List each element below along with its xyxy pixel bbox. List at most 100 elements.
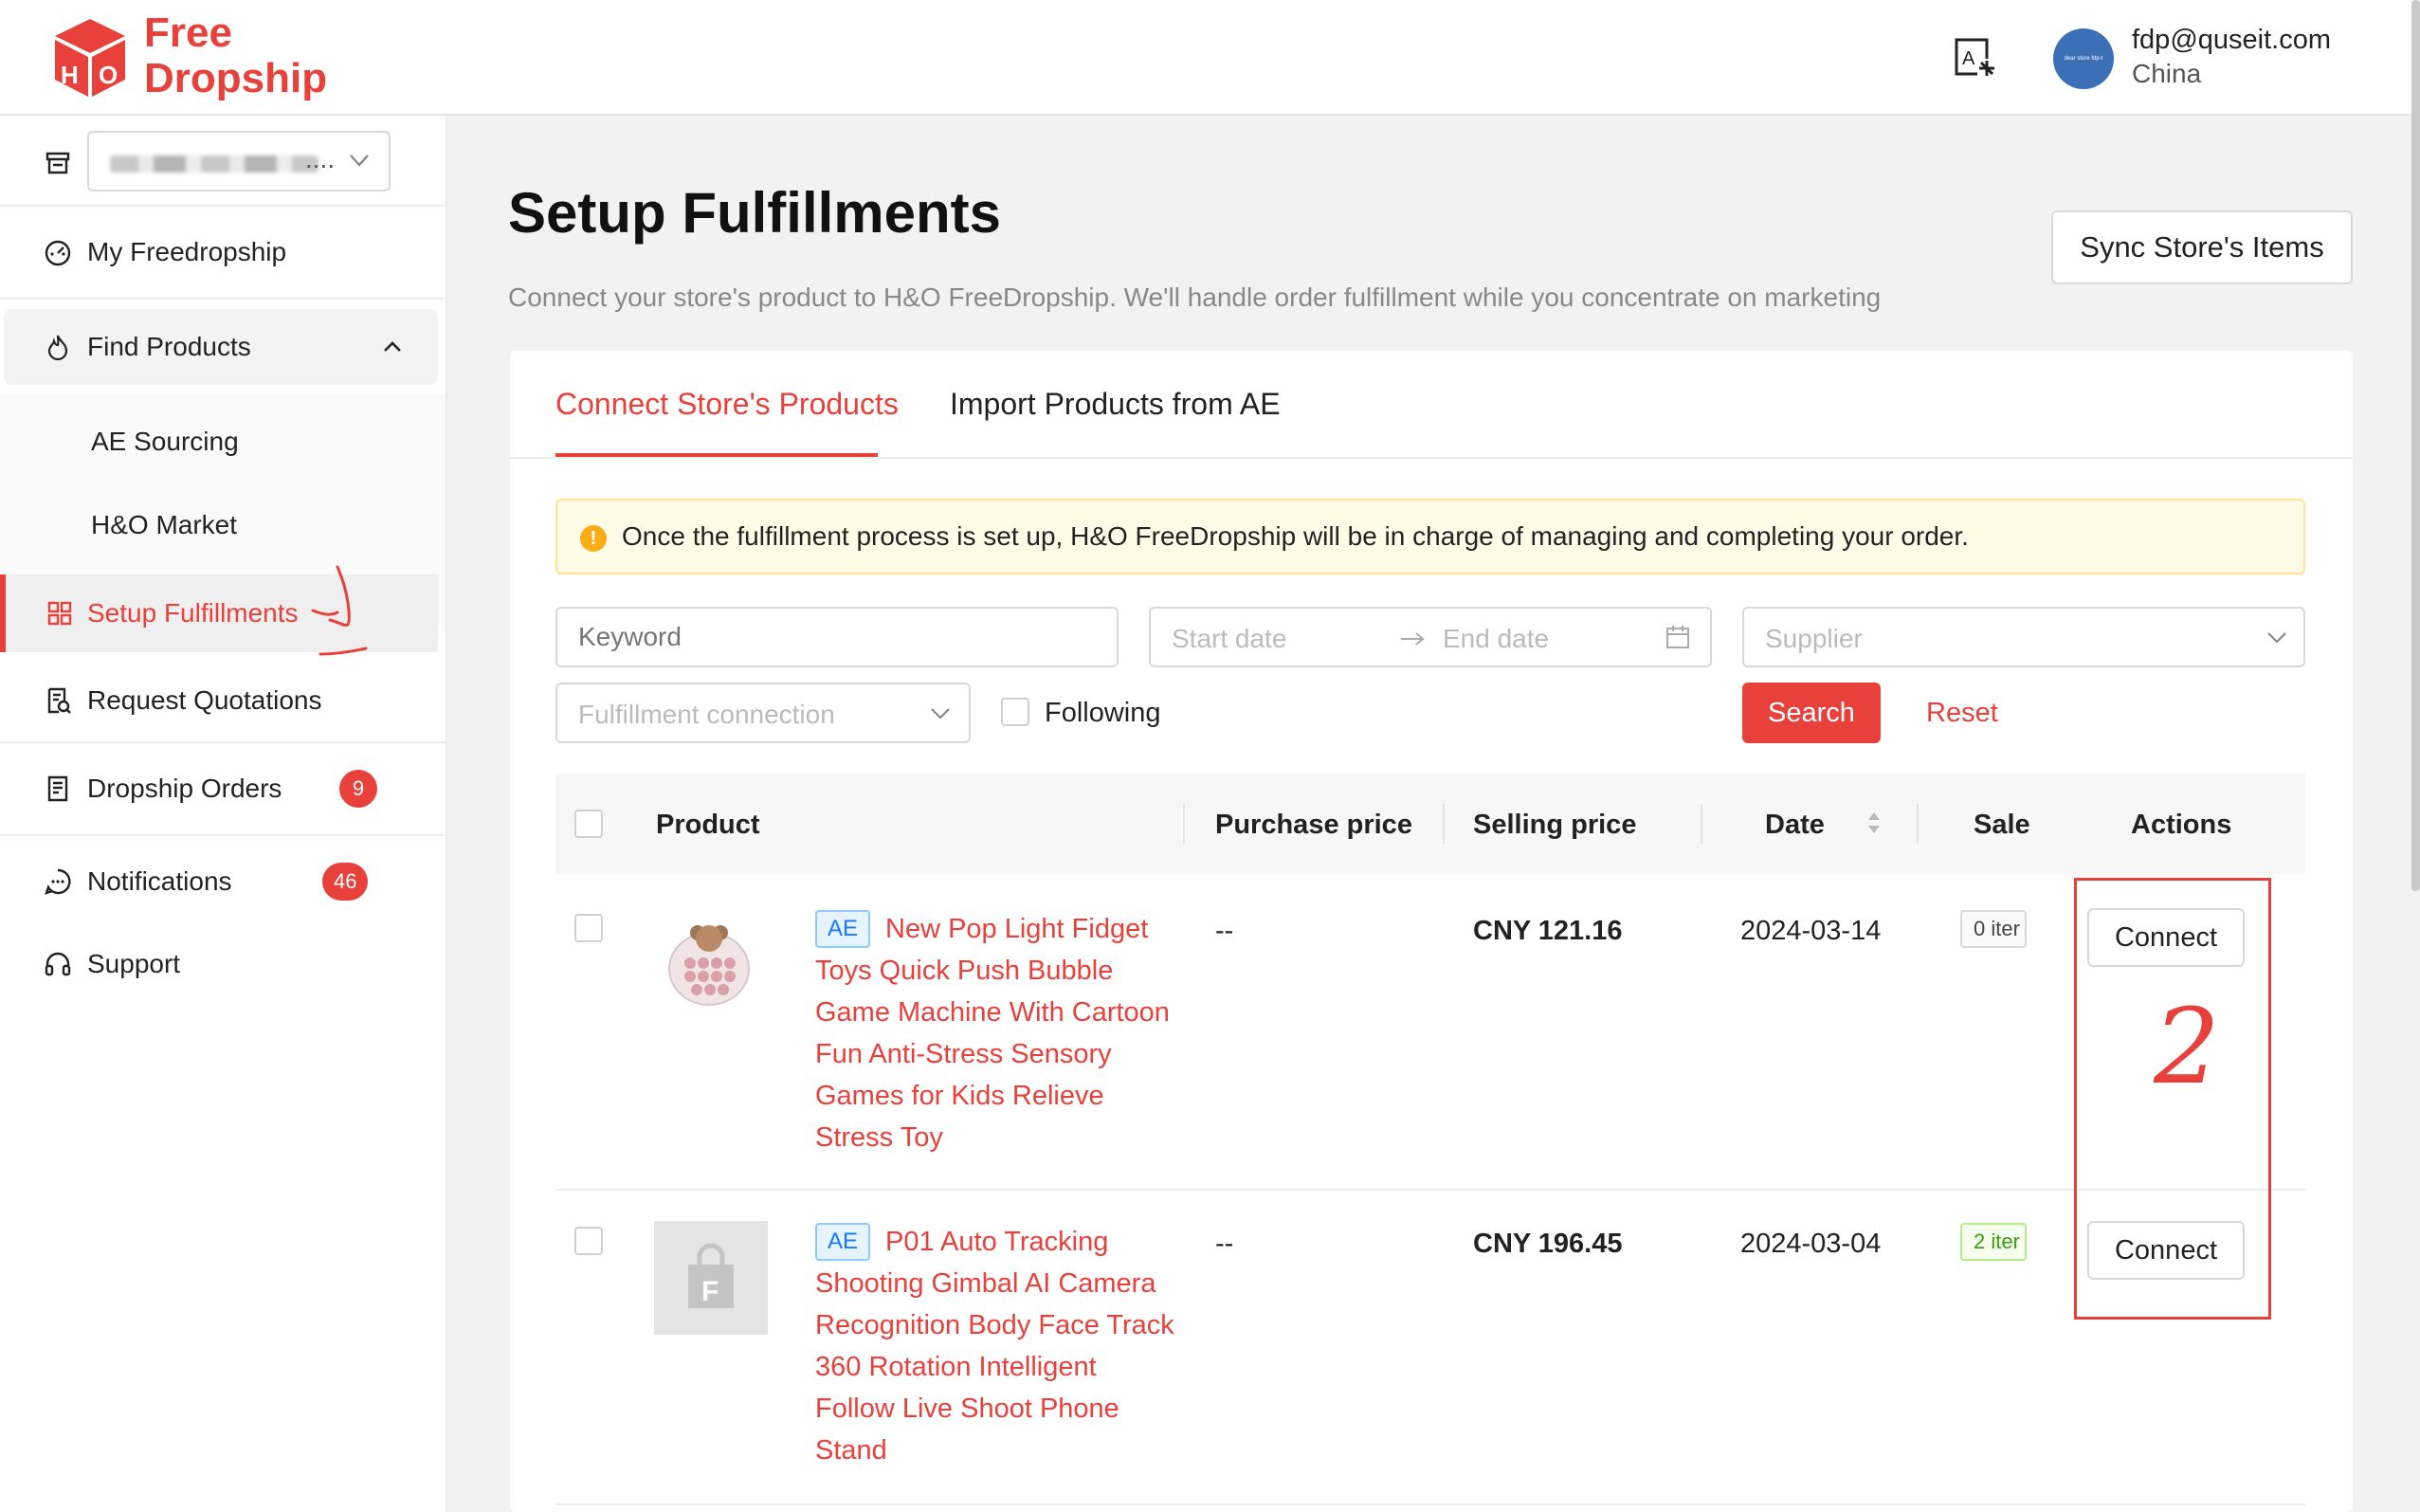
sidebar-item-ho-market[interactable]: H&O Market	[91, 510, 237, 540]
row-checkbox[interactable]	[574, 1227, 603, 1255]
sidebar-item-notifications[interactable]: Notifications 46	[0, 836, 446, 927]
active-tab-indicator	[555, 453, 878, 457]
brand-logo[interactable]: H O Free Dropship	[47, 11, 370, 106]
chevron-down-icon	[931, 708, 950, 720]
column-divider	[1917, 804, 1919, 844]
warning-icon: !	[580, 525, 607, 552]
sort-icon[interactable]	[1865, 808, 1883, 838]
box-icon: H O	[55, 19, 125, 97]
end-date-field[interactable]: End date	[1443, 624, 1549, 654]
sidebar-item-ae-sourcing[interactable]: AE Sourcing	[91, 427, 239, 457]
search-button[interactable]: Search	[1742, 683, 1881, 743]
column-date[interactable]: Date	[1765, 810, 1825, 841]
product-name-link[interactable]: P01 Auto Tracking Shooting Gimbal AI Cam…	[815, 1221, 1185, 1471]
logo-text-line2: Dropship	[144, 55, 328, 101]
sidebar-item-find-products[interactable]: Find Products	[4, 309, 438, 385]
connect-button[interactable]: Connect	[2087, 1221, 2245, 1280]
calendar-icon	[1666, 626, 1689, 648]
notifications-count-badge: 46	[322, 863, 369, 901]
product-name-link[interactable]: New Pop Light Fidget Toys Quick Push Bub…	[815, 908, 1185, 1158]
arrow-right-icon	[1401, 632, 1425, 646]
sidebar: .... My Freedropship Find Products AE So…	[0, 116, 447, 1512]
row-divider	[555, 1503, 2305, 1505]
sidebar-item-my-freedropship[interactable]: My Freedropship	[0, 207, 446, 298]
product-name-line: Shooting Gimbal AI Camera	[815, 1268, 1156, 1299]
product-name-line: Stand	[815, 1435, 887, 1466]
svg-text:O: O	[99, 61, 118, 89]
logo-text-line1: Free	[144, 9, 232, 56]
avatar-text: dear store fdp-t	[2064, 56, 2103, 62]
column-purchase-price: Purchase price	[1215, 810, 1412, 840]
sidebar-item-support[interactable]: Support	[0, 927, 446, 1001]
tab-bar: Connect Store's Products Import Products…	[510, 351, 2353, 459]
product-name-line: Fun Anti-Stress Sensory	[815, 1039, 1112, 1069]
product-name-line: Follow Live Shoot Phone	[815, 1394, 1119, 1424]
table-header: Product Purchase price Selling price Dat…	[555, 774, 2305, 874]
svg-text:F: F	[701, 1276, 719, 1307]
sidebar-item-label: Support	[87, 949, 181, 978]
row-checkbox[interactable]	[574, 914, 603, 942]
keyword-input[interactable]	[555, 607, 1119, 667]
column-divider	[1183, 804, 1185, 844]
orders-count-badge: 9	[339, 770, 377, 808]
column-divider	[1701, 804, 1702, 844]
info-alert: ! Once the fulfillment process is set up…	[555, 499, 2305, 574]
product-name-line: 360 Rotation Intelligent	[815, 1352, 1097, 1382]
row-divider	[555, 1189, 2305, 1191]
supplier-placeholder: Supplier	[1765, 624, 1863, 653]
product-name-line: New Pop Light Fidget	[885, 914, 1149, 944]
chevron-down-icon	[2267, 632, 2286, 644]
store-icon	[45, 152, 70, 174]
select-all-checkbox[interactable]	[574, 810, 603, 838]
following-checkbox[interactable]	[1001, 698, 1029, 726]
reset-button[interactable]: Reset	[1926, 698, 1998, 729]
column-divider	[1443, 804, 1445, 844]
date-value: 2024-03-14	[1740, 916, 1882, 946]
store-select[interactable]: ....	[87, 131, 391, 191]
sidebar-item-dropship-orders[interactable]: Dropship Orders 9	[0, 743, 446, 834]
page-title: Setup Fulfillments	[508, 181, 1002, 245]
sidebar-item-label: Request Quotations	[87, 685, 322, 715]
purchase-price: --	[1215, 916, 1234, 946]
product-name-line: Games for Kids Relieve	[815, 1081, 1104, 1111]
user-email[interactable]: fdp@quseit.com	[2132, 25, 2331, 56]
product-name-line: Recognition Body Face Track	[815, 1310, 1174, 1340]
product-name-line: Game Machine With Cartoon	[815, 997, 1170, 1028]
translate-icon[interactable]: A	[1951, 34, 2000, 83]
sync-store-items-button[interactable]: Sync Store's Items	[2051, 210, 2353, 284]
sales-tag: 0 iter	[1960, 910, 2027, 948]
supplier-select[interactable]: Supplier	[1742, 607, 2305, 667]
store-select-value: ....	[305, 144, 336, 173]
start-date-field[interactable]: Start date	[1172, 624, 1286, 654]
column-selling-price: Selling price	[1473, 810, 1637, 840]
sidebar-item-request-quotations[interactable]: Request Quotations	[0, 658, 446, 743]
avatar[interactable]: dear store fdp-t	[2053, 28, 2114, 89]
sidebar-item-setup-fulfillments[interactable]: Setup Fulfillments	[0, 574, 438, 652]
chat-icon	[45, 868, 71, 895]
product-thumbnail[interactable]	[662, 914, 756, 1009]
product-name-line: Toys Quick Push Bubble	[815, 956, 1114, 986]
sales-tag: 2 iter	[1960, 1223, 2027, 1261]
date-value: 2024-03-04	[1740, 1229, 1882, 1259]
following-label[interactable]: Following	[1045, 698, 1161, 729]
svg-text:A: A	[1962, 48, 1975, 69]
product-name-line: Stress Toy	[815, 1122, 943, 1153]
store-selector-row: ....	[0, 116, 446, 207]
fulfillment-connection-select[interactable]: Fulfillment connection	[555, 683, 971, 743]
date-range-picker[interactable]: Start date End date	[1149, 607, 1712, 667]
fulfillment-card: Connect Store's Products Import Products…	[510, 351, 2353, 1512]
store-name-blurred	[110, 155, 318, 173]
product-thumbnail-placeholder[interactable]: F	[654, 1221, 768, 1335]
sidebar-divider	[0, 298, 446, 300]
page-scrollbar[interactable]	[2411, 0, 2420, 891]
chevron-down-icon	[350, 155, 369, 167]
tab-connect-store-products[interactable]: Connect Store's Products	[555, 387, 899, 422]
purchase-price: --	[1215, 1229, 1234, 1259]
flame-icon	[47, 335, 68, 361]
connect-button[interactable]: Connect	[2087, 908, 2245, 967]
tab-import-products-from-ae[interactable]: Import Products from AE	[950, 387, 1281, 422]
sidebar-item-label: Notifications	[87, 866, 232, 896]
top-header: H O Free Dropship A dear store fdp-t fdp…	[0, 0, 2420, 116]
column-actions: Actions	[2131, 810, 2232, 840]
sidebar-item-label: Setup Fulfillments	[87, 598, 299, 628]
